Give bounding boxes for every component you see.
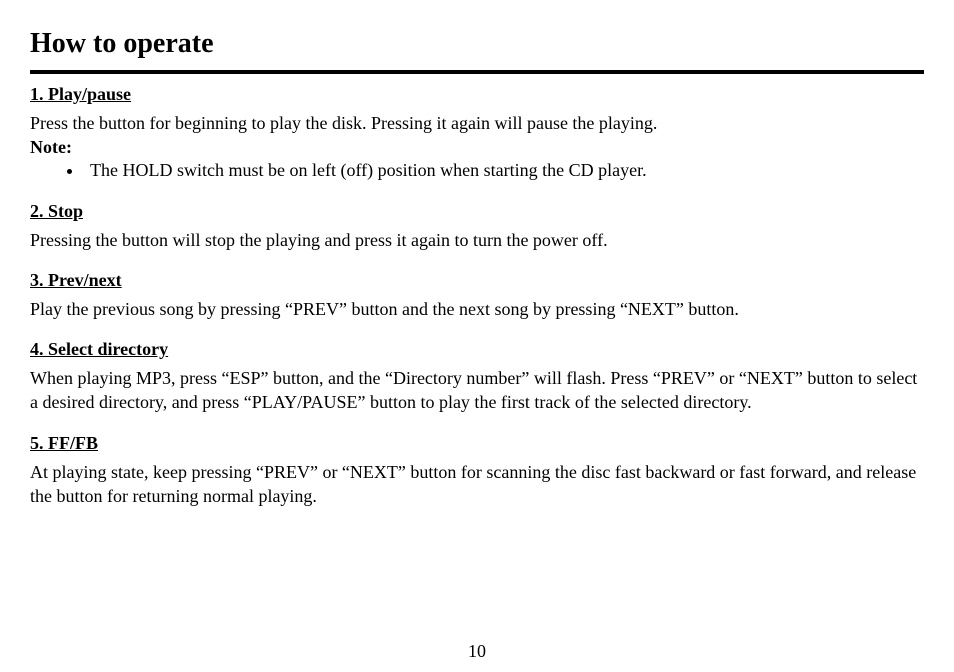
note-item: The HOLD switch must be on left (off) po… <box>84 158 924 182</box>
section-heading: 2. Stop <box>30 201 924 222</box>
section-heading: 3. Prev/next <box>30 270 924 291</box>
section-body: At playing state, keep pressing “PREV” o… <box>30 460 924 509</box>
section-body: When playing MP3, press “ESP” button, an… <box>30 366 924 415</box>
section-body: Press the button for beginning to play t… <box>30 111 924 135</box>
section-heading: 1. Play/pause <box>30 84 924 105</box>
section-body: Play the previous song by pressing “PREV… <box>30 297 924 321</box>
section-ff-fb: 5. FF/FB At playing state, keep pressing… <box>30 433 924 509</box>
section-play-pause: 1. Play/pause Press the button for begin… <box>30 84 924 183</box>
section-heading: 4. Select directory <box>30 339 924 360</box>
section-stop: 2. Stop Pressing the button will stop th… <box>30 201 924 252</box>
title-rule <box>30 70 924 74</box>
page-title: How to operate <box>30 28 924 60</box>
section-prev-next: 3. Prev/next Play the previous song by p… <box>30 270 924 321</box>
section-heading: 5. FF/FB <box>30 433 924 454</box>
section-body: Pressing the button will stop the playin… <box>30 228 924 252</box>
page-number: 10 <box>0 641 954 662</box>
note-list: The HOLD switch must be on left (off) po… <box>84 158 924 182</box>
section-select-directory: 4. Select directory When playing MP3, pr… <box>30 339 924 415</box>
note-label: Note: <box>30 137 924 158</box>
